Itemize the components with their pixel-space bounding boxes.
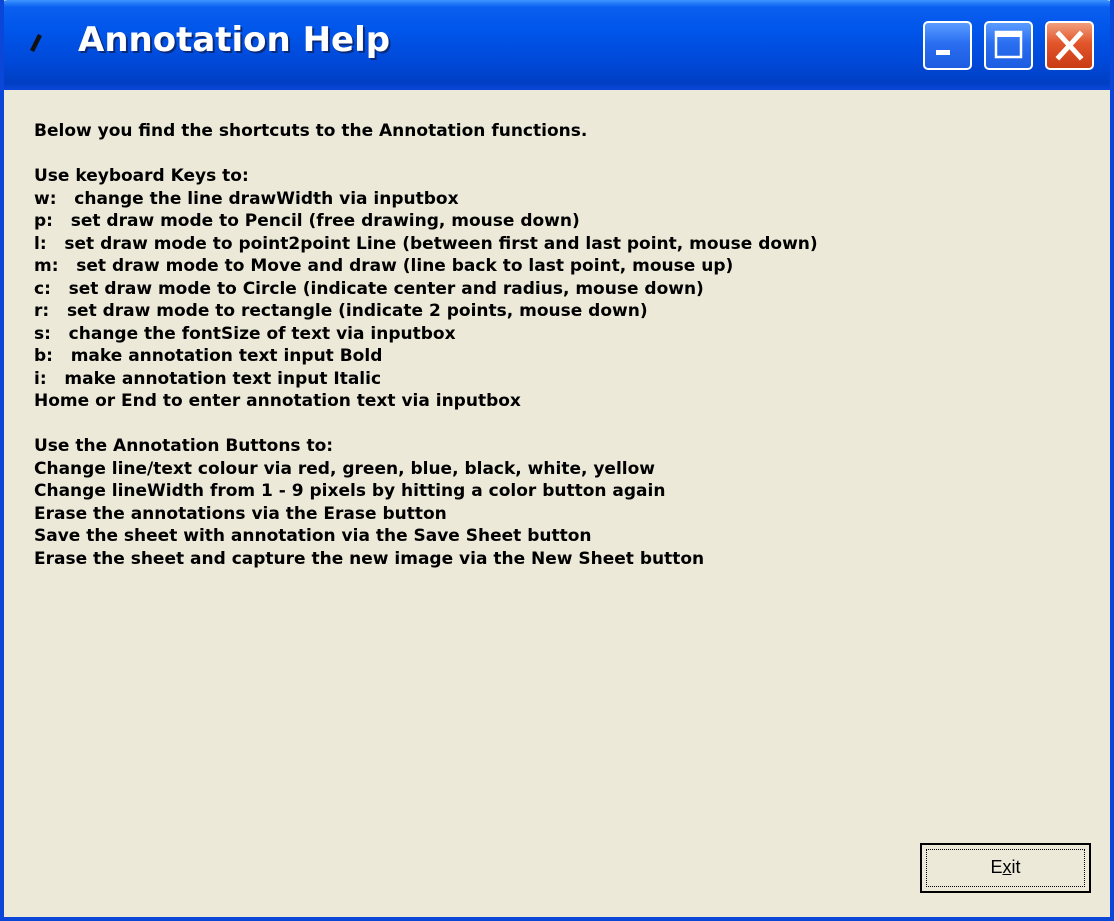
title-bar[interactable]: Annotation Help: [4, 0, 1110, 90]
shortcut-p: p: set draw mode to Pencil (free drawing…: [34, 211, 580, 231]
button-help-new-sheet: Erase the sheet and capture the new imag…: [34, 548, 705, 569]
shortcut-r: r: set draw mode to rectangle (indicate …: [34, 301, 648, 321]
shortcut-home-end: Home or End to enter annotation text via…: [34, 391, 521, 411]
shortcut-w: w: change the line drawWidth via inputbo…: [34, 188, 459, 209]
intro-text: Below you find the shortcuts to the Anno…: [34, 121, 588, 141]
close-icon: [1055, 30, 1084, 61]
help-content: Below you find the shortcuts to the Anno…: [34, 120, 1104, 570]
button-help-erase: Erase the annotations via the Erase butt…: [34, 503, 447, 524]
buttons-heading: Use the Annotation Buttons to:: [34, 436, 334, 456]
exit-button-label: Exit: [990, 857, 1021, 877]
exit-accelerator: x: [1002, 857, 1012, 877]
shortcut-c: c: set draw mode to Circle (indicate cen…: [34, 278, 704, 299]
minimize-button[interactable]: [923, 21, 972, 70]
button-help-linewidth: Change lineWidth from 1 - 9 pixels by hi…: [34, 481, 666, 501]
shortcut-l: l: set draw mode to point2point Line (be…: [34, 233, 818, 254]
exit-button[interactable]: Exit: [920, 843, 1091, 893]
shortcut-i: i: make annotation text input Italic: [34, 368, 382, 389]
minimize-icon: [936, 50, 950, 55]
button-help-colour: Change line/text colour via red, green, …: [34, 458, 655, 479]
shortcut-b: b: make annotation text input Bold: [34, 346, 383, 366]
maximize-icon: [994, 30, 1023, 59]
button-help-save-sheet: Save the sheet with annotation via the S…: [34, 526, 592, 546]
close-button[interactable]: [1045, 21, 1094, 70]
shortcut-m: m: set draw mode to Move and draw (line …: [34, 256, 734, 276]
pen-icon: [26, 33, 44, 53]
shortcut-s: s: change the fontSize of text via input…: [34, 323, 456, 344]
maximize-button[interactable]: [984, 21, 1033, 70]
window-title: Annotation Help: [78, 20, 391, 60]
keys-heading: Use keyboard Keys to:: [34, 166, 249, 186]
annotation-help-window: Annotation Help Below you find the short…: [0, 0, 1114, 921]
